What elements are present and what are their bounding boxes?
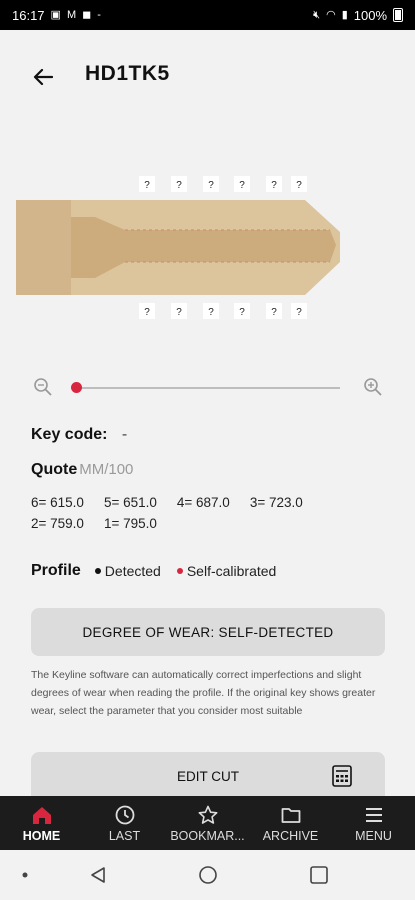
home-icon: [32, 806, 51, 824]
nav-home-label: HOME: [22, 828, 61, 843]
clock-icon: [115, 805, 134, 824]
zoom-control: [0, 372, 415, 402]
bottom-navigation: HOME LAST BOOKMAR... ARCHIVE MENU: [0, 796, 415, 850]
quote-value: 2= 759.0: [31, 516, 84, 531]
system-navigation-bar: [0, 850, 415, 900]
nav-menu[interactable]: MENU: [332, 796, 415, 850]
nav-bookmarks[interactable]: BOOKMAR...: [166, 796, 249, 850]
legend-self-calibrated-label: Self-calibrated: [186, 563, 277, 579]
legend-self-calibrated: Self-calibrated: [176, 563, 277, 579]
notification-icon: ▣: [50, 8, 61, 21]
overview-square-icon[interactable]: [309, 865, 329, 885]
keypad-edit-icon: [332, 765, 352, 787]
nav-bookmarks-label: BOOKMAR...: [170, 828, 245, 843]
status-time: 16:17: [12, 7, 45, 23]
cut-marker-bottom: ?: [176, 307, 182, 318]
cut-marker-bottom: ?: [144, 307, 150, 318]
app-icon: ◼: [82, 8, 92, 21]
back-arrow-icon: [33, 68, 53, 86]
quote-row: Quote MM/100: [31, 461, 133, 479]
cut-marker-top: ?: [239, 180, 245, 191]
cut-marker-bottom: ?: [239, 307, 245, 318]
wifi-icon: ◠: [326, 8, 336, 21]
cut-marker-top: ?: [271, 180, 277, 191]
nav-last[interactable]: LAST: [83, 796, 166, 850]
profile-row: Profile Detected Self-calibrated: [31, 562, 292, 580]
zoom-slider-track[interactable]: [72, 387, 340, 389]
cut-marker-bottom: ?: [271, 307, 277, 318]
quote-label: Quote: [31, 461, 78, 478]
menu-icon: [365, 807, 382, 822]
app-header: HD1TK5: [0, 52, 415, 102]
cut-marker-top: ?: [296, 180, 302, 191]
cut-marker-bottom: ?: [296, 307, 302, 318]
legend-detected-label: Detected: [104, 563, 161, 579]
page-title: HD1TK5: [85, 62, 170, 85]
key-bow: [16, 200, 71, 295]
legend-detected: Detected: [94, 563, 161, 579]
zoom-out-icon[interactable]: [32, 376, 54, 398]
back-triangle-icon[interactable]: [88, 865, 108, 885]
mail-icon: M: [66, 8, 77, 21]
quote-value: 6= 615.0: [31, 495, 84, 510]
quote-values: 6= 615.0 5= 651.0 4= 687.0 3= 723.0 2= 759.0…: [31, 492, 391, 534]
battery-percent: 100%: [353, 7, 387, 23]
cut-marker-bottom: ?: [208, 307, 214, 318]
nav-archive[interactable]: ARCHIVE: [249, 796, 332, 850]
key-code-value: -: [121, 426, 128, 443]
key-drawing: ? ? ? ? ? ? ? ? ? ? ? ?: [16, 176, 340, 319]
self-calibrated-dot-icon: [176, 568, 183, 574]
nav-home[interactable]: HOME: [0, 796, 83, 850]
back-button[interactable]: [26, 62, 60, 92]
home-circle-icon[interactable]: [198, 865, 218, 885]
key-profile-view: ? ? ? ? ? ? ? ? ? ? ? ?: [0, 170, 415, 330]
quote-unit: MM/100: [79, 461, 134, 478]
nav-archive-label: ARCHIVE: [262, 828, 319, 843]
signal-icon: ▮: [341, 8, 348, 21]
status-bar: 16:17 ▣ M ◼ - 🔇︎ ◠ ▮ 100%: [0, 0, 415, 30]
quote-value: 5= 651.0: [103, 495, 157, 510]
cut-marker-top: ?: [208, 180, 214, 191]
folder-icon: [281, 807, 300, 823]
cut-marker-top: ?: [176, 180, 182, 191]
zoom-in-icon[interactable]: [362, 376, 384, 398]
quote-value: 1= 795.0: [103, 516, 157, 531]
detected-dot-icon: [94, 568, 101, 574]
key-code-label: Key code:: [31, 426, 108, 443]
edit-cut-button[interactable]: EDIT CUT: [31, 752, 385, 800]
degree-of-wear-button[interactable]: DEGREE OF WEAR: SELF-DETECTED: [31, 608, 385, 656]
zoom-slider-thumb[interactable]: [71, 382, 82, 393]
cut-marker-top: ?: [144, 180, 150, 191]
wear-info-text: The Keyline software can automatically c…: [31, 669, 376, 717]
edit-cut-label: EDIT CUT: [176, 768, 239, 784]
nav-last-label: LAST: [108, 828, 141, 843]
mute-icon: 🔇︎: [313, 8, 321, 21]
profile-label: Profile: [31, 562, 81, 579]
star-icon: [198, 805, 217, 824]
recents-dot-icon[interactable]: [22, 872, 28, 878]
nav-menu-label: MENU: [355, 828, 392, 843]
quote-value: 3= 723.0: [249, 495, 303, 510]
more-icon: -: [97, 8, 101, 21]
battery-icon: [393, 8, 403, 22]
quote-value: 4= 687.0: [176, 495, 230, 510]
key-code-row: Key code: -: [31, 426, 127, 444]
